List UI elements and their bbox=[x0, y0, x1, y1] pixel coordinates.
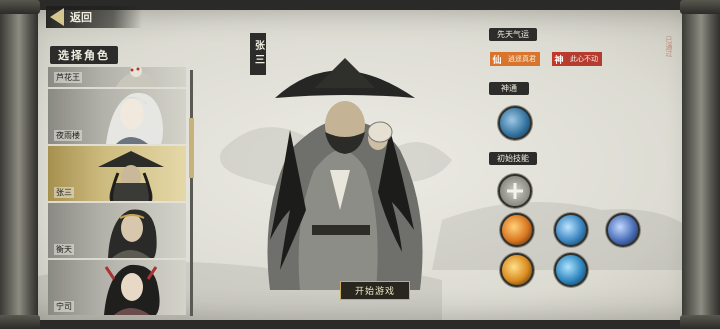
back-button[interactable]: 返回 bbox=[46, 6, 142, 28]
plus-icon bbox=[507, 183, 523, 199]
trait-text: 逍遥真君 bbox=[504, 52, 540, 66]
back-label: 返回 bbox=[70, 11, 92, 24]
fire-slash-icon[interactable] bbox=[500, 213, 534, 247]
seal-stamp: 已通过 bbox=[665, 36, 673, 57]
divine-power-label: 神通 bbox=[489, 82, 529, 95]
hero-portrait-zhangsan bbox=[267, 58, 423, 290]
character-name: 衡天 bbox=[54, 244, 74, 255]
select-character-title: 选择角色 bbox=[50, 46, 118, 64]
character-list[interactable]: 芦花王 夜雨楼 张三 衡天 宁司 bbox=[48, 67, 186, 317]
start-game-button[interactable]: 开始游戏 bbox=[340, 281, 410, 300]
trait-glyph: 仙 bbox=[490, 52, 504, 66]
add-icon[interactable] bbox=[498, 174, 532, 208]
water-dash-icon[interactable] bbox=[554, 213, 588, 247]
character-item-ningsi[interactable]: 宁司 bbox=[48, 260, 186, 315]
character-name: 宁司 bbox=[54, 301, 74, 312]
portrait-zhangsan bbox=[98, 151, 164, 201]
initial-skills-label: 初始技能 bbox=[489, 152, 537, 165]
scroll-roller-left bbox=[0, 0, 40, 329]
scroll-thumb[interactable] bbox=[189, 118, 194, 178]
character-list-scrollbar[interactable] bbox=[189, 70, 194, 316]
back-arrow-icon bbox=[50, 8, 64, 26]
trait-text: 此心不动 bbox=[566, 52, 602, 66]
ice-strike-icon[interactable] bbox=[606, 213, 640, 247]
trait-badge-2[interactable]: 神 此心不动 bbox=[552, 52, 602, 66]
innate-fortune-label: 先天气运 bbox=[489, 28, 537, 41]
character-item-yeyulou[interactable]: 夜雨楼 bbox=[48, 89, 186, 144]
character-item-zhangsan[interactable]: 张三 bbox=[48, 146, 186, 201]
portrait-ningsi bbox=[104, 264, 160, 315]
character-item-luhuawang[interactable]: 芦花王 bbox=[48, 67, 186, 87]
character-name: 芦花王 bbox=[54, 72, 82, 83]
scroll-roller-right bbox=[680, 0, 720, 329]
character-name: 夜雨楼 bbox=[54, 130, 82, 141]
trait-badge-1[interactable]: 仙 逍遥真君 bbox=[490, 52, 540, 66]
swirl-icon[interactable] bbox=[498, 106, 532, 140]
wave-icon[interactable] bbox=[554, 253, 588, 287]
trait-glyph: 神 bbox=[552, 52, 566, 66]
lightning-claw-icon[interactable] bbox=[500, 253, 534, 287]
character-item-hengtian[interactable]: 衡天 bbox=[48, 203, 186, 258]
character-name: 张三 bbox=[54, 187, 74, 198]
portrait-yeyulou bbox=[106, 92, 163, 144]
portrait-hengtian bbox=[108, 209, 157, 258]
portrait-luhuawang bbox=[116, 67, 156, 87]
